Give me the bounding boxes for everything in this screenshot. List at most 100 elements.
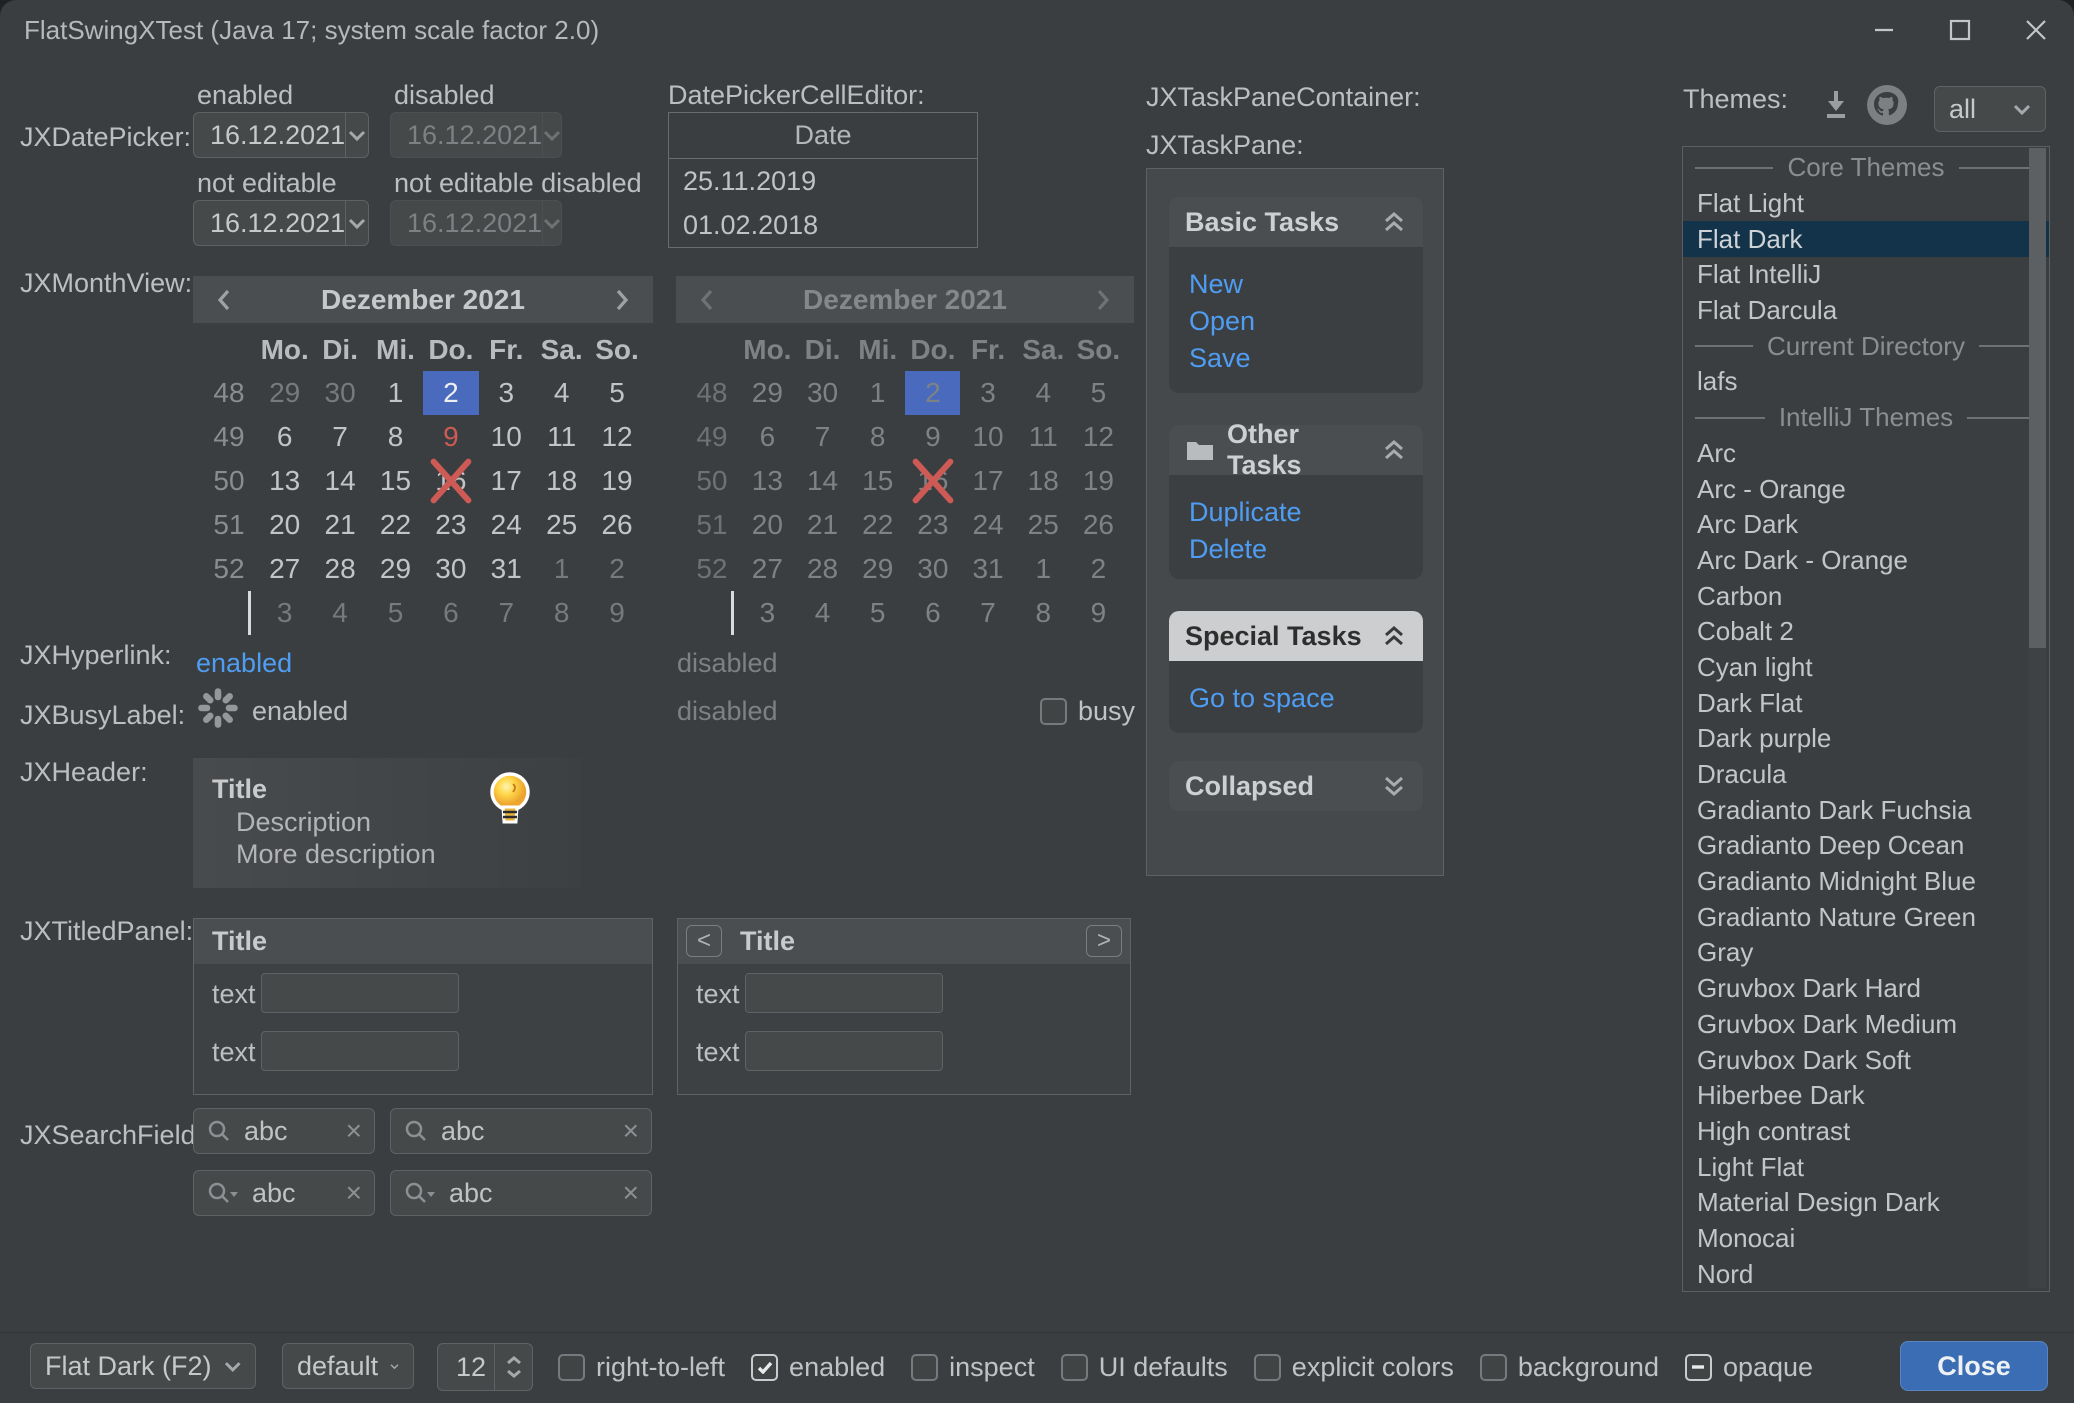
github-button[interactable] [1864, 82, 1910, 128]
day-cell[interactable]: 12 [589, 415, 644, 459]
taskpane-title[interactable]: Special Tasks [1169, 611, 1423, 661]
day-cell[interactable]: 11 [534, 415, 589, 459]
datepicker-dropdown-button[interactable] [345, 201, 368, 245]
theme-list-item[interactable]: Gray [1683, 935, 2049, 971]
theme-list-item[interactable]: Gruvbox Dark Soft [1683, 1042, 2049, 1078]
spinner-buttons[interactable] [494, 1344, 532, 1390]
day-cell[interactable]: 8 [534, 591, 589, 635]
datepicker-not-editable[interactable]: 16.12.2021 [193, 200, 369, 246]
task-link[interactable]: Delete [1189, 534, 1403, 571]
next-month-button[interactable] [605, 283, 639, 317]
day-cell[interactable]: 2 [423, 371, 478, 415]
task-link[interactable]: Save [1189, 343, 1403, 380]
spinner-value[interactable]: 12 [438, 1352, 494, 1383]
day-cell[interactable]: 23 [423, 503, 478, 547]
day-cell[interactable]: 25 [534, 503, 589, 547]
checkbox-explicit-colors[interactable]: explicit colors [1254, 1352, 1454, 1383]
datepicker-value[interactable]: 16.12.2021 [194, 120, 345, 151]
busy-checkbox[interactable]: busy [1040, 696, 1135, 727]
day-cell[interactable]: 14 [312, 459, 367, 503]
theme-list-item[interactable]: Flat Darcula [1683, 293, 2049, 329]
day-cell[interactable]: 7 [479, 591, 534, 635]
clear-search-icon[interactable]: × [623, 1177, 639, 1209]
task-link[interactable]: New [1189, 269, 1403, 306]
theme-list-item[interactable]: Arc Dark [1683, 507, 2049, 543]
search-value[interactable]: abc [449, 1178, 623, 1209]
theme-list-item[interactable]: High contrast [1683, 1114, 2049, 1150]
theme-list-item[interactable]: Dark purple [1683, 721, 2049, 757]
day-cell[interactable]: 22 [368, 503, 423, 547]
text-input[interactable] [745, 1031, 943, 1071]
theme-list-item[interactable]: Flat Dark [1683, 221, 2049, 257]
clear-search-icon[interactable]: × [623, 1115, 639, 1147]
day-cell[interactable]: 29 [257, 371, 312, 415]
maximize-button[interactable] [1922, 0, 1998, 60]
hyperlink-enabled[interactable]: enabled [196, 648, 292, 679]
datepicker-dropdown-button[interactable] [345, 113, 368, 157]
day-cell[interactable]: 4 [534, 371, 589, 415]
theme-list-item[interactable]: Cyan light [1683, 650, 2049, 686]
day-cell[interactable]: 19 [589, 459, 644, 503]
day-cell[interactable]: 1 [534, 547, 589, 591]
theme-list-item[interactable]: Dark Flat [1683, 685, 2049, 721]
day-cell[interactable]: 3 [479, 371, 534, 415]
checkbox-right-to-left[interactable]: right-to-left [558, 1352, 725, 1383]
day-cell[interactable]: 5 [589, 371, 644, 415]
scrollbar-thumb[interactable] [2029, 148, 2046, 648]
theme-list-item[interactable]: Gruvbox Dark Hard [1683, 971, 2049, 1007]
checkbox-opaque[interactable]: opaque [1685, 1352, 1813, 1383]
table-column-header[interactable]: Date [669, 113, 977, 159]
title-left-arrow-button[interactable]: < [686, 925, 722, 957]
theme-list-item[interactable]: Hiberbee Dark [1683, 1078, 2049, 1114]
clear-search-icon[interactable]: × [346, 1115, 362, 1147]
clear-search-icon[interactable]: × [346, 1177, 362, 1209]
theme-list-item[interactable]: Arc [1683, 436, 2049, 472]
day-cell[interactable]: 8 [368, 415, 423, 459]
font-size-spinner[interactable]: 12 [437, 1343, 533, 1391]
day-cell[interactable]: 5 [368, 591, 423, 635]
theme-list-item[interactable]: Monocai [1683, 1221, 2049, 1257]
day-cell[interactable]: 9 [423, 415, 478, 459]
day-cell[interactable]: 24 [479, 503, 534, 547]
day-cell[interactable]: 16 [423, 459, 478, 503]
taskpane-title[interactable]: Basic Tasks [1169, 197, 1423, 247]
theme-list-item[interactable]: Gradianto Deep Ocean [1683, 828, 2049, 864]
close-window-button[interactable] [1998, 0, 2074, 60]
search-value[interactable]: abc [441, 1116, 623, 1147]
day-cell[interactable]: 20 [257, 503, 312, 547]
download-themes-button[interactable] [1816, 84, 1856, 124]
day-cell[interactable]: 17 [479, 459, 534, 503]
day-cell[interactable]: 10 [479, 415, 534, 459]
taskpane-title[interactable]: Other Tasks [1169, 425, 1423, 475]
checkbox-enabled[interactable]: enabled [751, 1352, 885, 1383]
theme-list-item[interactable]: Material Design Dark [1683, 1185, 2049, 1221]
themes-filter-combo[interactable]: all [1934, 86, 2046, 132]
taskpane-title[interactable]: Collapsed [1169, 761, 1423, 811]
table-row[interactable]: 25.11.2019 [669, 159, 977, 203]
checkbox-inspect[interactable]: inspect [911, 1352, 1035, 1383]
search-value[interactable]: abc [244, 1116, 346, 1147]
text-input[interactable] [745, 973, 943, 1013]
day-cell[interactable]: 9 [589, 591, 644, 635]
prev-month-button[interactable] [207, 283, 241, 317]
day-cell[interactable]: 1 [368, 371, 423, 415]
datepicker-enabled[interactable]: 16.12.2021 [193, 112, 369, 158]
task-link[interactable]: Duplicate [1189, 497, 1403, 534]
day-cell[interactable]: 4 [312, 591, 367, 635]
theme-list-item[interactable]: Flat Light [1683, 186, 2049, 222]
day-cell[interactable]: 6 [257, 415, 312, 459]
options-combo[interactable]: default [282, 1343, 414, 1389]
laf-combo[interactable]: Flat Dark (F2) [30, 1343, 256, 1389]
day-cell[interactable]: 13 [257, 459, 312, 503]
theme-list-item[interactable]: Gradianto Dark Fuchsia [1683, 792, 2049, 828]
day-cell[interactable]: 18 [534, 459, 589, 503]
task-link[interactable]: Go to space [1189, 683, 1403, 720]
day-cell[interactable]: 28 [312, 547, 367, 591]
search-field-with-menu[interactable]: abc × [193, 1170, 375, 1216]
theme-list-item[interactable]: Light Flat [1683, 1149, 2049, 1185]
day-cell[interactable]: 15 [368, 459, 423, 503]
day-cell[interactable]: 2 [589, 547, 644, 591]
search-field-with-menu[interactable]: abc × [390, 1170, 652, 1216]
theme-list-item[interactable]: Gruvbox Dark Medium [1683, 1007, 2049, 1043]
day-cell[interactable]: 30 [423, 547, 478, 591]
